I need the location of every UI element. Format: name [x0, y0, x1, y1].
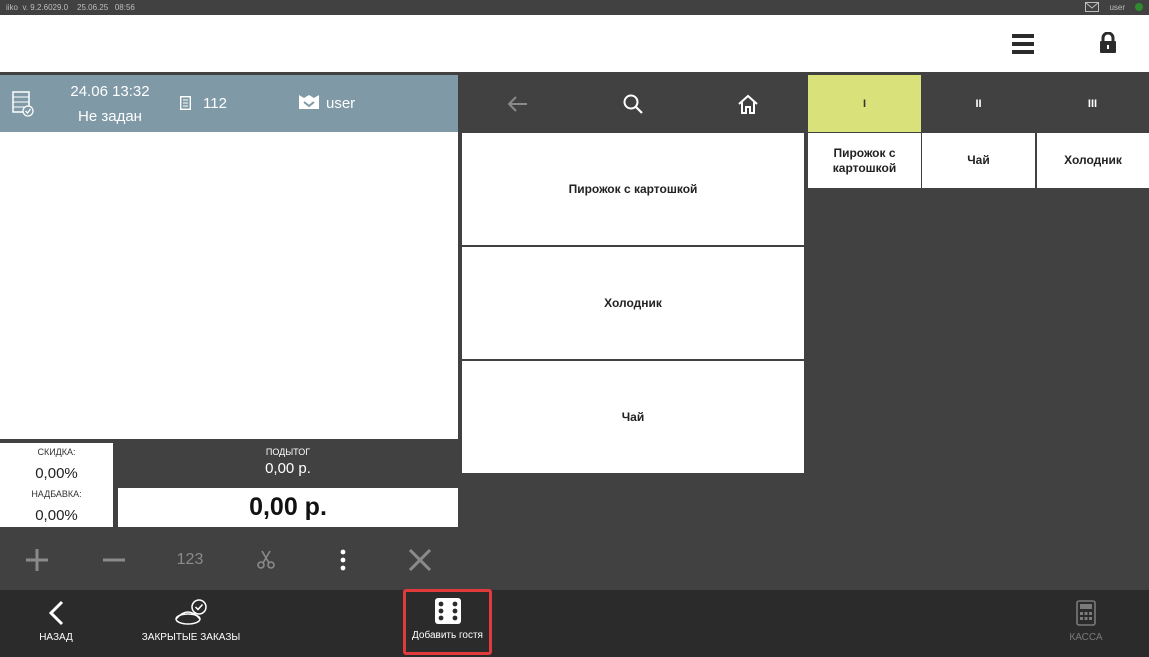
tab-1[interactable]: I — [808, 75, 921, 132]
waiter-icon — [299, 95, 319, 109]
order-total: 0,00 р. — [118, 488, 458, 527]
category-button[interactable]: Холодник — [462, 247, 804, 359]
order-table[interactable]: Не задан — [60, 108, 160, 125]
back-button-label: НАЗАД — [39, 632, 73, 643]
scissors-icon — [257, 550, 275, 569]
home-icon — [737, 94, 758, 114]
discount-value: 0,00% — [35, 465, 78, 482]
subtotal-value: 0,00 р. — [265, 460, 311, 477]
plus-icon — [26, 548, 48, 571]
add-guest-button[interactable]: Добавить гостя — [403, 589, 492, 655]
order-list-icon[interactable] — [12, 91, 34, 117]
status-date: 25.06.25 — [77, 3, 109, 12]
discount-label: СКИДКА: — [37, 447, 76, 457]
order-number: 112 — [203, 95, 227, 112]
tab-2[interactable]: II — [922, 75, 1035, 132]
back-button[interactable]: НАЗАД — [20, 590, 92, 657]
decrease-quantity-button[interactable] — [84, 537, 144, 582]
lock-icon[interactable] — [1099, 32, 1117, 54]
status-user: user — [1109, 2, 1125, 12]
app-version: iiko v. 9.2.6029.0 — [6, 3, 69, 12]
close-icon — [409, 548, 431, 571]
order-datetime: 24.06 13:32 — [70, 83, 150, 100]
delete-item-button[interactable] — [390, 537, 450, 582]
app-header — [0, 15, 1149, 72]
closed-orders-button[interactable]: ЗАКРЫТЫЕ ЗАКАЗЫ — [140, 590, 242, 657]
add-guest-label: Добавить гостя — [412, 630, 483, 641]
quick-product-button[interactable]: Чай — [922, 133, 1035, 188]
cash-register-button[interactable]: КАССА — [1056, 590, 1116, 657]
hamburger-menu-icon[interactable] — [1012, 33, 1034, 55]
cash-register-label: КАССА — [1069, 632, 1103, 643]
search-button[interactable] — [575, 75, 690, 132]
tab-3[interactable]: III — [1036, 75, 1149, 132]
status-bar: iiko v. 9.2.6029.0 25.06.25 08:56 user — [0, 0, 1149, 15]
arrow-left-icon — [507, 95, 527, 112]
closed-orders-icon — [175, 599, 207, 625]
connection-status-icon — [1135, 3, 1143, 11]
dice-icon — [434, 598, 461, 624]
quick-product-button[interactable]: Пирожок с картошкой — [808, 133, 921, 188]
surcharge-value: 0,00% — [35, 507, 78, 524]
surcharge-label: НАДБАВКА: — [31, 489, 82, 499]
home-button[interactable] — [690, 75, 805, 132]
calculator-icon — [1076, 600, 1096, 626]
discount-panel[interactable]: СКИДКА: 0,00% НАДБАВКА: 0,00% — [0, 443, 113, 527]
order-waiter: user — [326, 95, 356, 112]
more-vertical-icon — [340, 549, 346, 570]
search-icon — [623, 94, 643, 114]
increase-quantity-button[interactable] — [7, 537, 67, 582]
order-header[interactable]: 24.06 13:32 Не задан 112 user — [0, 75, 458, 132]
order-items-area[interactable] — [0, 132, 458, 439]
quick-product-button[interactable]: Холодник — [1037, 133, 1149, 188]
category-button[interactable]: Чай — [462, 361, 804, 473]
status-time: 08:56 — [114, 3, 135, 12]
quantity-button[interactable]: 123 — [160, 537, 220, 582]
split-button[interactable] — [236, 537, 296, 582]
catalog-navigation — [460, 75, 806, 132]
chevron-left-icon — [48, 600, 64, 626]
category-button[interactable]: Пирожок с картошкой — [462, 133, 804, 245]
catalog-back-button[interactable] — [460, 75, 575, 132]
minus-icon — [103, 558, 125, 561]
subtotal-label: ПОДЫТОГ — [265, 447, 311, 457]
more-options-button[interactable] — [313, 537, 373, 582]
closed-orders-label: ЗАКРЫТЫЕ ЗАКАЗЫ — [141, 632, 241, 643]
receipt-icon — [180, 96, 191, 110]
mail-icon[interactable] — [1085, 2, 1100, 12]
